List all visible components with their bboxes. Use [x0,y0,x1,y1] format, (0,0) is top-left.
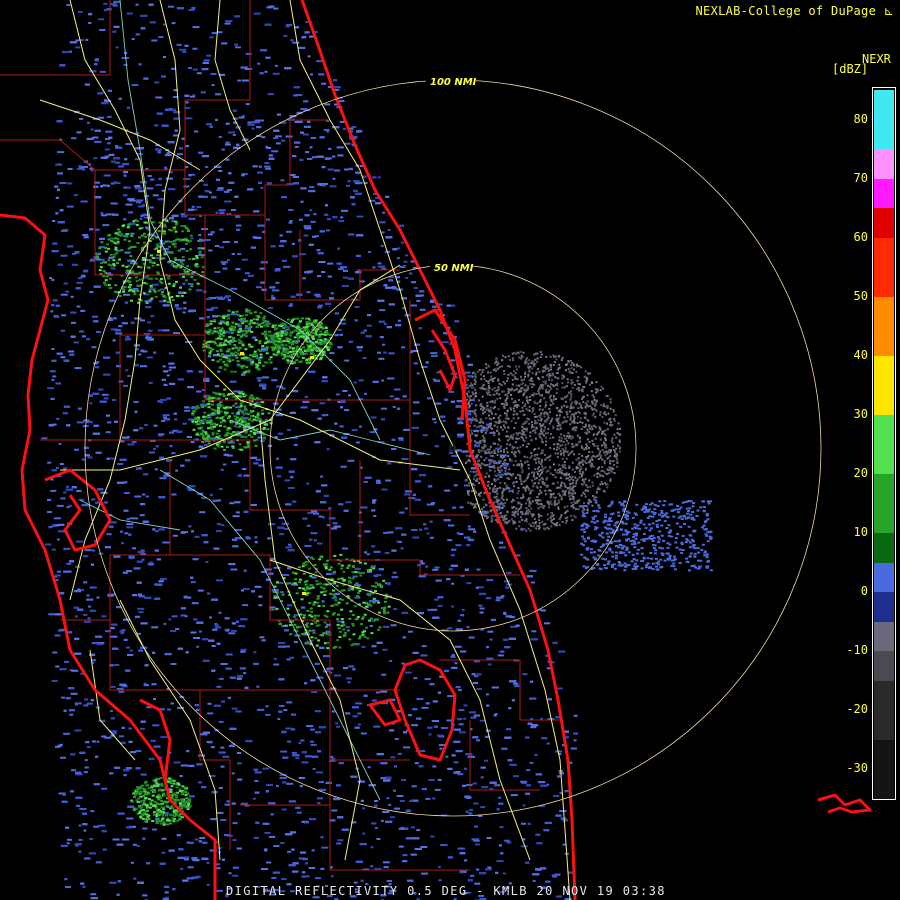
scale-tick-label: 80 [853,111,868,126]
scale-segment [874,739,894,799]
scale-segment [874,592,894,622]
ring-label-100-nmi: 100 NMI [430,77,477,88]
scale-tick-label: 70 [853,170,868,185]
scale-tick-label: 50 [853,288,868,303]
scale-tick-label: 20 [853,466,868,481]
coastline [0,0,872,900]
product-caption: DIGITAL REFLECTIVITY 0.5 DEG - KMLB 20 N… [226,884,666,898]
scale-tick-label: -10 [846,643,868,658]
scale-segment [874,562,894,593]
scale-segment [874,414,894,475]
scale-tick-label: 60 [853,229,868,244]
scale-tick-label: 0 [860,584,868,599]
unit-label: [dBZ] [832,62,869,76]
scale-tick-label: -20 [846,702,868,717]
scale-segment [874,533,894,563]
scale-segment [874,149,894,179]
credit-label: NEXLAB-College of DuPage ⊾ [696,4,894,18]
credit-text: NEXLAB-College of DuPage [695,4,877,18]
scale-segment [874,355,894,415]
reflectivity-echoes [41,0,713,900]
radar-site-marker [449,445,456,452]
radar-map: 100 NMI 50 NMI [0,0,872,900]
scale-segment [874,680,894,740]
scale-segment [874,178,894,209]
scale-segment [874,90,894,150]
scale-tick-label: -30 [846,761,868,776]
scale-tick-label: 30 [853,406,868,421]
cod-logo-icon: ⊾ [883,4,894,18]
scale-tick-label: 10 [853,525,868,540]
scale-segment [874,208,894,238]
scale-segment [874,237,894,297]
scale-segment [874,296,894,356]
ring-label-50-nmi: 50 NMI [434,263,474,274]
scale-segment [874,651,894,681]
scale-tick-label: 40 [853,347,868,362]
scale-segment [874,474,894,534]
scale-segment [874,621,894,652]
color-scale-bar [872,87,896,800]
